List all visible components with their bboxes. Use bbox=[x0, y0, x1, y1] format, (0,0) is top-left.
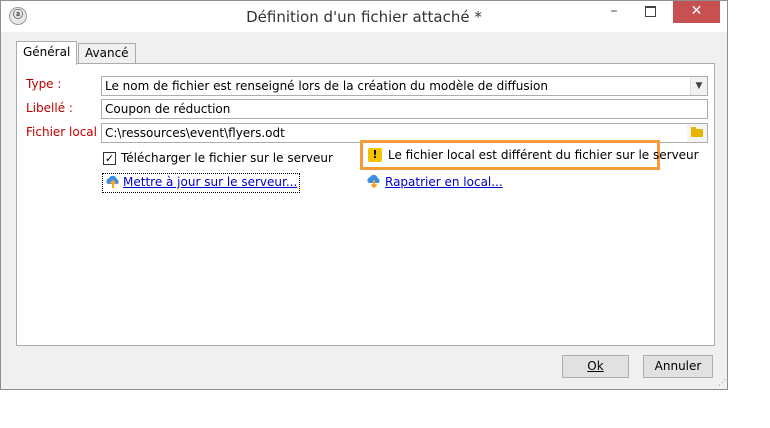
update-server-link[interactable]: Mettre à jour sur le serveur... bbox=[123, 175, 297, 189]
libelle-label: Libellé : bbox=[26, 101, 73, 115]
maximize-button[interactable] bbox=[632, 1, 668, 23]
minimize-button[interactable]: – bbox=[596, 1, 632, 23]
upload-checkbox[interactable]: ✓ bbox=[103, 152, 116, 165]
libelle-input[interactable]: Coupon de réduction bbox=[101, 99, 708, 119]
cancel-button-label: Annuler bbox=[654, 359, 702, 373]
cloud-download-icon bbox=[367, 174, 380, 188]
download-local-link[interactable]: Rapatrier en local... bbox=[385, 175, 503, 189]
upload-checkbox-label: Télécharger le fichier sur le serveur bbox=[121, 151, 333, 165]
warning-text: Le fichier local est différent du fichie… bbox=[388, 148, 699, 162]
close-button[interactable]: ✕ bbox=[673, 1, 720, 23]
dialog-window: ⓐ Définition d'un fichier attaché * – ✕ … bbox=[0, 0, 728, 390]
general-panel: Type : Le nom de fichier est renseigné l… bbox=[16, 63, 715, 346]
download-local-link-row: Rapatrier en local... bbox=[366, 173, 503, 191]
title-bar[interactable]: ⓐ Définition d'un fichier attaché * – ✕ bbox=[1, 1, 727, 32]
warning-icon: ! bbox=[368, 148, 382, 162]
ok-button[interactable]: Ok bbox=[562, 355, 629, 378]
browse-folder-button[interactable] bbox=[687, 124, 707, 142]
maximize-icon bbox=[644, 6, 656, 17]
type-combobox[interactable]: Le nom de fichier est renseigné lors de … bbox=[101, 76, 708, 96]
resize-grip[interactable]: ⋰ bbox=[718, 378, 726, 387]
cancel-button[interactable]: Annuler bbox=[643, 355, 713, 378]
update-server-link-row: Mettre à jour sur le serveur... bbox=[102, 173, 301, 193]
folder-icon bbox=[691, 127, 703, 137]
chevron-down-icon[interactable]: ▼ bbox=[690, 77, 707, 95]
type-label: Type : bbox=[26, 77, 62, 91]
tab-avance[interactable]: Avancé bbox=[78, 43, 136, 63]
fichier-local-label: Fichier local : bbox=[26, 125, 105, 139]
fichier-local-value: C:\ressources\event\flyers.odt bbox=[105, 126, 285, 140]
ok-button-label: Ok bbox=[587, 359, 604, 373]
tab-general[interactable]: Général bbox=[16, 41, 78, 65]
type-value: Le nom de fichier est renseigné lors de … bbox=[105, 79, 548, 93]
cloud-upload-icon bbox=[106, 175, 119, 188]
warning-message: ! Le fichier local est différent du fich… bbox=[360, 140, 699, 170]
